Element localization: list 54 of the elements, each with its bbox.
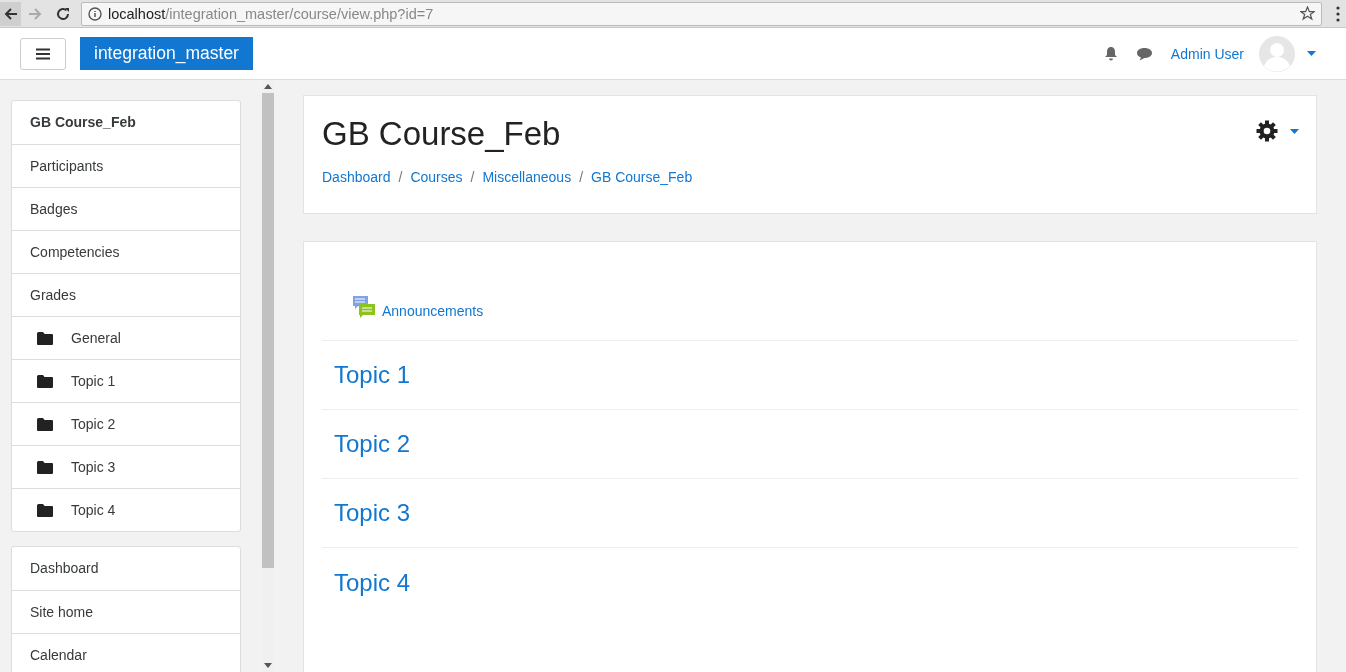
nav-item[interactable]: Site home (12, 590, 240, 633)
nav-item[interactable]: Topic 2 (12, 402, 240, 445)
nav-item[interactable]: General (12, 316, 240, 359)
bell-icon[interactable] (1103, 46, 1118, 61)
url-text: localhost/integration_master/course/view.php?id=7 (108, 5, 435, 22)
breadcrumb-link[interactable]: Miscellaneous (482, 169, 572, 185)
nav-item[interactable]: Dashboard (12, 547, 240, 590)
nav-item[interactable]: Badges (12, 187, 240, 230)
folder-label: Topic 4 (71, 501, 116, 520)
nav-item[interactable]: Grades (12, 273, 240, 316)
breadcrumb-separator: / (579, 169, 584, 185)
folder-label: Topic 2 (71, 415, 116, 434)
breadcrumb-separator: / (470, 169, 475, 185)
breadcrumb-link[interactable]: GB Course_Feb (591, 169, 693, 185)
section-title-link[interactable]: Topic 1 (334, 361, 411, 389)
breadcrumb-link[interactable]: Courses (410, 169, 463, 185)
section-title-link[interactable]: Topic 3 (334, 499, 411, 527)
scroll-down-icon[interactable] (264, 663, 272, 668)
course-title: GB Course_Feb (322, 114, 561, 154)
gear-icon[interactable] (1256, 120, 1278, 142)
announcements-link[interactable]: Announcements (382, 303, 484, 319)
scroll-up-icon[interactable] (264, 84, 272, 89)
user-name-link[interactable]: Admin User (1170, 45, 1244, 62)
chat-bubble-icon[interactable] (1135, 46, 1153, 61)
bookmark-star-icon[interactable] (1300, 6, 1315, 21)
folder-label: Topic 1 (71, 372, 116, 391)
menu-icon[interactable] (36, 47, 50, 60)
folder-icon (37, 503, 53, 517)
caret-icon[interactable] (1307, 51, 1316, 56)
nav-item[interactable]: Topic 3 (12, 445, 240, 488)
section-title-link[interactable]: Topic 2 (334, 430, 411, 458)
folder-icon (37, 417, 53, 431)
site-name-link[interactable]: integration_master (80, 37, 253, 70)
folder-label: Topic 3 (71, 458, 116, 477)
menu-dots-icon[interactable] (1336, 5, 1340, 22)
nav-item[interactable]: Competencies (12, 230, 240, 273)
nav-item[interactable]: Topic 1 (12, 359, 240, 402)
breadcrumb-link[interactable]: Dashboard (322, 169, 391, 185)
nav-item[interactable]: Topic 4 (12, 488, 240, 531)
address-bar[interactable]: localhost/integration_master/course/view.php?id=7 (81, 1, 1322, 26)
caret-icon[interactable] (1290, 128, 1299, 134)
scrollbar-thumb[interactable] (262, 93, 274, 568)
menu-button[interactable] (20, 37, 66, 70)
nav-item[interactable]: Participants (12, 144, 240, 187)
nav-item[interactable]: Calendar (12, 633, 240, 672)
nav-item[interactable]: GB Course_Feb (12, 101, 240, 144)
forum-chat-icon (352, 295, 376, 319)
folder-icon (37, 460, 53, 474)
folder-icon (37, 374, 53, 388)
folder-icon (37, 331, 53, 345)
breadcrumb-separator: / (398, 169, 403, 185)
folder-label: General (71, 329, 121, 348)
section-title-link[interactable]: Topic 4 (334, 568, 411, 597)
info-icon (88, 6, 102, 21)
